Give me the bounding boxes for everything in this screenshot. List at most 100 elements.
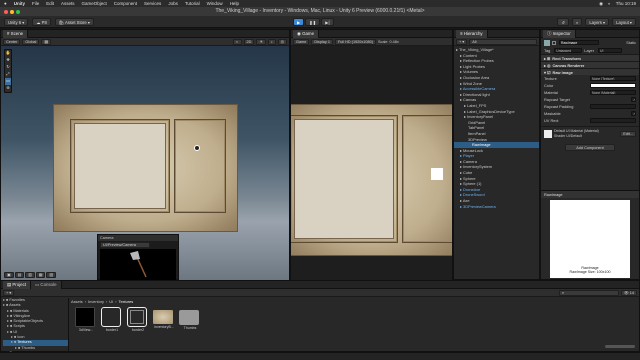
scale-tool-icon[interactable]: ⤢ [5, 71, 11, 78]
shader-value[interactable]: UI/Default [566, 134, 582, 138]
rect-tool-icon[interactable]: ▭ [5, 78, 11, 85]
tab-game[interactable]: ◉ Game [293, 29, 320, 38]
rect-transform-header[interactable]: ▸ ⊞ Rect Transform [541, 54, 639, 61]
inspector-field-value[interactable]: ✓ [631, 111, 636, 116]
project-add-button[interactable]: + ▾ [3, 289, 15, 296]
breadcrumb-inventory[interactable]: Inventory [88, 299, 104, 304]
rotate-tool-icon[interactable]: ↻ [5, 64, 11, 71]
menu-unity[interactable]: Unity [14, 1, 25, 6]
game-view-dropdown[interactable]: Game [293, 38, 310, 45]
add-component-button[interactable]: Add Component [565, 144, 615, 151]
global-local-dropdown[interactable]: Global [22, 38, 40, 45]
hand-tool-icon[interactable]: ✋ [5, 50, 11, 57]
asset-tile[interactable]: inventoryB... [153, 307, 175, 329]
tab-console[interactable]: ▭ Console [31, 280, 62, 289]
layer-dropdown[interactable]: UI [598, 48, 623, 53]
menu-jobs[interactable]: Jobs [168, 1, 178, 6]
menu-window[interactable]: Window [207, 1, 223, 6]
scene-viewport[interactable]: ✋ ✥ ↻ ⤢ ▭ ⊕ Camera UI/Preview/Camera ▣ ▤… [1, 46, 289, 280]
history-icon[interactable]: ↺ [557, 17, 569, 26]
inspector-field-value[interactable] [590, 104, 636, 109]
static-label[interactable]: Static [626, 40, 636, 45]
tab-scene[interactable]: # Scene [3, 29, 29, 38]
hierarchy-search-input[interactable]: All [469, 38, 537, 45]
move-tool-icon[interactable]: ✥ [5, 57, 11, 64]
menu-component[interactable]: Component [114, 1, 137, 6]
game-viewport[interactable] [291, 46, 452, 280]
apple-icon[interactable]: ● [4, 1, 7, 6]
asset-tile[interactable]: border1 [101, 307, 123, 332]
asset-tile[interactable]: 3dView... [75, 307, 97, 332]
account-button[interactable]: Unity 6 ▾ [4, 17, 29, 26]
2d-toggle[interactable]: 2D [243, 38, 255, 45]
lighting-icon[interactable]: ☀ [256, 38, 266, 45]
overlay-icon-4[interactable]: ▦ [35, 272, 46, 278]
inspector-field-value[interactable]: None (Material) [590, 90, 636, 95]
tab-inspector[interactable]: ⓘ Inspector [543, 29, 576, 38]
pivot-center-dropdown[interactable]: Center [3, 38, 21, 45]
status-icon-1[interactable]: ◉ [599, 1, 603, 7]
menu-help[interactable]: Help [230, 1, 239, 6]
play-button[interactable]: ▶ [293, 18, 305, 26]
menu-edit[interactable]: Edit [46, 1, 54, 6]
draw-mode-icon[interactable]: ◐ [233, 38, 242, 45]
raw-image-header[interactable]: ▾ ☑ Raw Image [541, 68, 639, 75]
active-checkbox[interactable] [552, 40, 556, 45]
hierarchy-item-label: MouseLock [463, 147, 483, 153]
close-window-icon[interactable] [4, 9, 8, 14]
breadcrumb-ui[interactable]: UI [109, 299, 113, 304]
menu-file[interactable]: File [32, 1, 39, 6]
inspector-field-value[interactable] [590, 118, 636, 123]
resolution-dropdown[interactable]: Full HD (1920x1080) [334, 38, 377, 45]
menu-gameobject[interactable]: GameObject [82, 1, 107, 6]
rect-handle-icon[interactable] [191, 142, 203, 154]
hierarchy-item-label: 3DPreview [468, 136, 487, 142]
minimize-window-icon[interactable] [10, 9, 14, 14]
layers-dropdown[interactable]: Layers ▾ [585, 17, 610, 26]
tab-hierarchy[interactable]: ≡ Hierarchy [456, 29, 488, 38]
inspector-field-value[interactable]: ✓ [631, 97, 636, 102]
step-button[interactable]: ▶| [321, 18, 334, 26]
asset-tile[interactable]: border2 [127, 307, 149, 332]
tag-dropdown[interactable]: Untagged [554, 48, 583, 53]
inspector-field-value[interactable] [590, 83, 636, 88]
layout-dropdown[interactable]: Layout ▾ [612, 17, 636, 26]
overlay-icon-1[interactable]: ▣ [4, 272, 14, 278]
breadcrumb-assets[interactable]: Assets [71, 299, 83, 304]
asset-grid: 3dView... border1 border2 inventoryB... Thum… [75, 307, 225, 337]
edit-shader-button[interactable]: Edit... [620, 130, 636, 137]
game-item-frame [402, 115, 452, 243]
camera-preview-dropdown[interactable]: UI/Preview/Camera [100, 242, 150, 248]
grid-snap-icon[interactable]: ▦ [41, 38, 51, 45]
tab-project[interactable]: ▤ Project [3, 280, 32, 289]
object-name-field[interactable]: RawImage [559, 40, 599, 45]
search-icon[interactable]: ⌕ [571, 17, 583, 26]
breadcrumb-textures[interactable]: Textures [119, 299, 134, 304]
menu-tutorial[interactable]: Tutorial [185, 1, 200, 6]
inspector-field-value[interactable]: None (Texture) [590, 76, 636, 81]
overlay-icon-2[interactable]: ▤ [14, 272, 25, 278]
overlay-icon-3[interactable]: ▥ [25, 272, 35, 278]
scale-value[interactable]: 0.48x [390, 40, 399, 44]
transform-tool-icon[interactable]: ⊕ [5, 85, 11, 92]
gizmos-icon[interactable]: ◎ [277, 38, 287, 45]
status-icon-2[interactable]: ◐ [608, 1, 611, 7]
display-dropdown[interactable]: Display 1 [311, 38, 333, 45]
canvas-renderer-header[interactable]: ▸ ◎ Canvas Renderer [541, 61, 639, 68]
asset-tile[interactable]: Thumbs [179, 307, 201, 330]
menu-services[interactable]: Services [144, 1, 161, 6]
audio-icon[interactable]: ♪ [267, 38, 276, 45]
hierarchy-add-button[interactable]: + ▾ [456, 38, 468, 45]
folder-icon [179, 310, 199, 325]
cloud-button[interactable]: ☁ P8 [32, 17, 51, 26]
hierarchy-item[interactable]: ▸ 3DPreviewCamera [454, 204, 539, 210]
asset-store-button[interactable]: 🛍 Asset Store ▾ [54, 17, 94, 26]
zoom-slider[interactable] [605, 345, 635, 348]
asset-label: Thumbs [183, 326, 197, 330]
preview-title[interactable]: RawImage [541, 191, 639, 198]
overlay-icon-5[interactable]: ▧ [46, 272, 56, 278]
menu-assets[interactable]: Assets [61, 1, 75, 6]
project-search-input[interactable]: ⌕ [558, 289, 619, 296]
pause-button[interactable]: ❚❚ [305, 18, 321, 26]
zoom-window-icon[interactable] [16, 9, 20, 14]
